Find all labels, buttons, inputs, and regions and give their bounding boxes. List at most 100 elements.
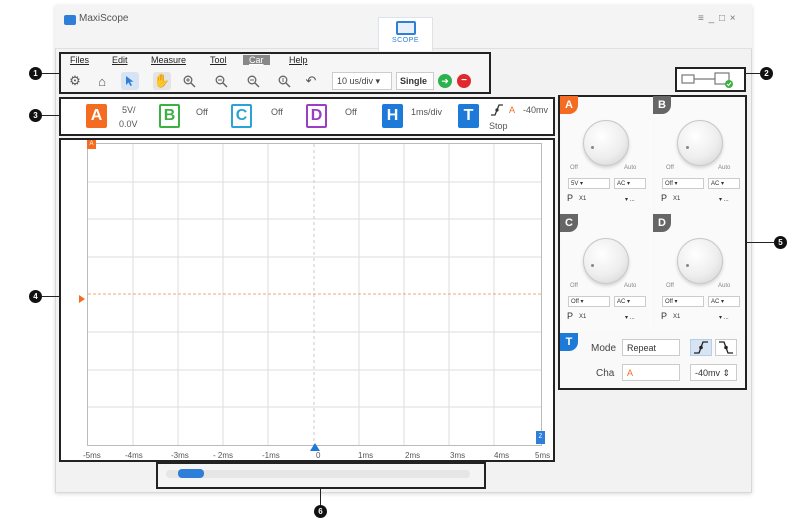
knob-d-probe-p: P (661, 311, 668, 321)
knob-b-probe-extra[interactable]: ▾ ... (717, 195, 739, 206)
knob-b-probe-p: P (661, 193, 668, 203)
callout-2-leader (746, 73, 760, 74)
knob-a-probe-select[interactable]: X1 (577, 195, 617, 206)
channel-b-badge[interactable]: B (159, 104, 180, 128)
menu-tool[interactable]: Tool (210, 55, 227, 65)
knob-b-coupling-select[interactable]: AC ▾ (708, 178, 740, 189)
trigger-channel-select[interactable]: A (622, 364, 680, 381)
trigger-level-stepper[interactable]: -40mv ⇕ (690, 364, 737, 381)
knob-c-probe-extra[interactable]: ▾ ... (623, 313, 645, 324)
channel-c-badge[interactable]: C (231, 104, 252, 128)
knob-b[interactable] (677, 120, 723, 166)
waveform-plot[interactable] (87, 143, 542, 446)
channel-b-status: Off (196, 107, 208, 117)
monitor-icon (395, 21, 416, 35)
single-button[interactable]: Single (396, 72, 434, 90)
trigger-mode-select[interactable]: Repeat (622, 339, 680, 356)
knob-a-probe-extra[interactable]: ▾ ... (623, 195, 645, 206)
undo-icon[interactable]: ↶ (302, 72, 320, 90)
knob-d[interactable] (677, 238, 723, 284)
channel-d-badge[interactable]: D (306, 104, 327, 128)
trigger-mode-label: Mode (591, 343, 617, 354)
zoom-out-icon[interactable] (212, 72, 230, 90)
knob-c-auto-label: Auto (624, 283, 637, 289)
knob-c-badge: C (560, 214, 578, 232)
knob-c-coupling-select[interactable]: AC ▾ (614, 296, 646, 307)
app-title: MaxiScope (79, 13, 129, 24)
knob-c[interactable] (583, 238, 629, 284)
run-button[interactable]: ➜ (438, 74, 452, 88)
trigger-badge[interactable]: T (458, 104, 479, 128)
knob-a-range-select[interactable]: 5V ▾ (568, 178, 610, 189)
end-marker[interactable]: Z (536, 431, 545, 444)
x-tick: 4ms (494, 451, 510, 460)
callout-5-leader (747, 242, 774, 243)
pointer-icon[interactable] (121, 72, 139, 90)
rising-edge-button[interactable] (690, 339, 712, 356)
trigger-channel: A (509, 105, 516, 115)
zoom-in-icon[interactable] (180, 72, 198, 90)
trigger-panel-badge: T (560, 333, 578, 351)
callout-4-leader (42, 296, 59, 297)
falling-edge-button[interactable] (715, 339, 737, 356)
callout-6-leader (320, 489, 321, 505)
callout-5: 5 (774, 236, 787, 249)
trigger-cha-label: Cha (596, 368, 615, 379)
x-tick: -3ms (171, 451, 189, 460)
plot-grid (88, 144, 541, 445)
knob-b-range-select[interactable]: Off ▾ (662, 178, 704, 189)
time-div-select[interactable]: 10 us/div ▾ (332, 72, 392, 90)
timebase-badge[interactable]: H (382, 104, 403, 128)
callout-6: 6 (314, 505, 327, 518)
x-tick: -4ms (125, 451, 143, 460)
knob-a-off-label: Off (570, 165, 578, 171)
scrollbar-thumb[interactable] (178, 469, 204, 478)
menu-help[interactable]: Help (289, 55, 308, 65)
stop-button[interactable]: − (457, 74, 471, 88)
knob-a-coupling-select[interactable]: AC ▾ (614, 178, 646, 189)
menu-measure[interactable]: Measure (151, 55, 186, 65)
knob-c-probe-select[interactable]: X1 (577, 313, 617, 324)
x-tick: 1ms (358, 451, 374, 460)
knob-b-off-label: Off (666, 165, 674, 171)
callout-1-leader (42, 73, 59, 74)
x-tick: -1ms (262, 451, 280, 460)
zoom-x-icon[interactable] (244, 72, 262, 90)
channel-a-offset: 0.0V (119, 119, 138, 129)
timebase-value: 1ms/div (411, 107, 443, 117)
knob-c-indicator (591, 264, 594, 267)
knob-a[interactable] (583, 120, 629, 166)
knob-b-auto-label: Auto (718, 165, 731, 171)
knob-d-auto-label: Auto (718, 283, 731, 289)
scope-tab-label: SCOPE (391, 37, 419, 44)
knob-d-off-label: Off (666, 283, 674, 289)
menu-edit[interactable]: Edit (112, 55, 128, 65)
knob-b-probe-select[interactable]: X1 (671, 195, 711, 206)
callout-4: 4 (29, 290, 42, 303)
settings-icon[interactable]: ⚙ (66, 72, 84, 90)
knob-d-badge: D (653, 214, 671, 232)
x-tick: 5ms (535, 451, 551, 460)
hand-icon[interactable]: ✋ (153, 72, 171, 90)
menu-car[interactable]: Car (243, 55, 270, 65)
menu-files[interactable]: Files (70, 55, 89, 65)
horizontal-scrollbar[interactable] (166, 470, 470, 478)
trigger-level: -40mv (523, 105, 549, 115)
window-controls[interactable]: ≡ _ □ × (698, 13, 737, 24)
knob-d-probe-select[interactable]: X1 (671, 313, 711, 324)
scope-tab[interactable]: SCOPE (378, 17, 433, 51)
channel-c-status: Off (271, 107, 283, 117)
knob-d-coupling-select[interactable]: AC ▾ (708, 296, 740, 307)
channel-a-level-marker[interactable] (78, 290, 86, 308)
home-icon[interactable]: ⌂ (93, 72, 111, 90)
knob-c-range-select[interactable]: Off ▾ (568, 296, 610, 307)
knob-d-indicator (686, 264, 689, 267)
knob-d-range-select[interactable]: Off ▾ (662, 296, 704, 307)
knob-d-probe-extra[interactable]: ▾ ... (717, 313, 739, 324)
zoom-y-icon[interactable] (275, 72, 293, 90)
x-tick: -5ms (83, 451, 101, 460)
knob-a-badge: A (560, 96, 578, 114)
channel-a-badge[interactable]: A (86, 104, 107, 128)
knob-b-badge: B (653, 96, 671, 114)
connection-status-region (675, 67, 746, 92)
